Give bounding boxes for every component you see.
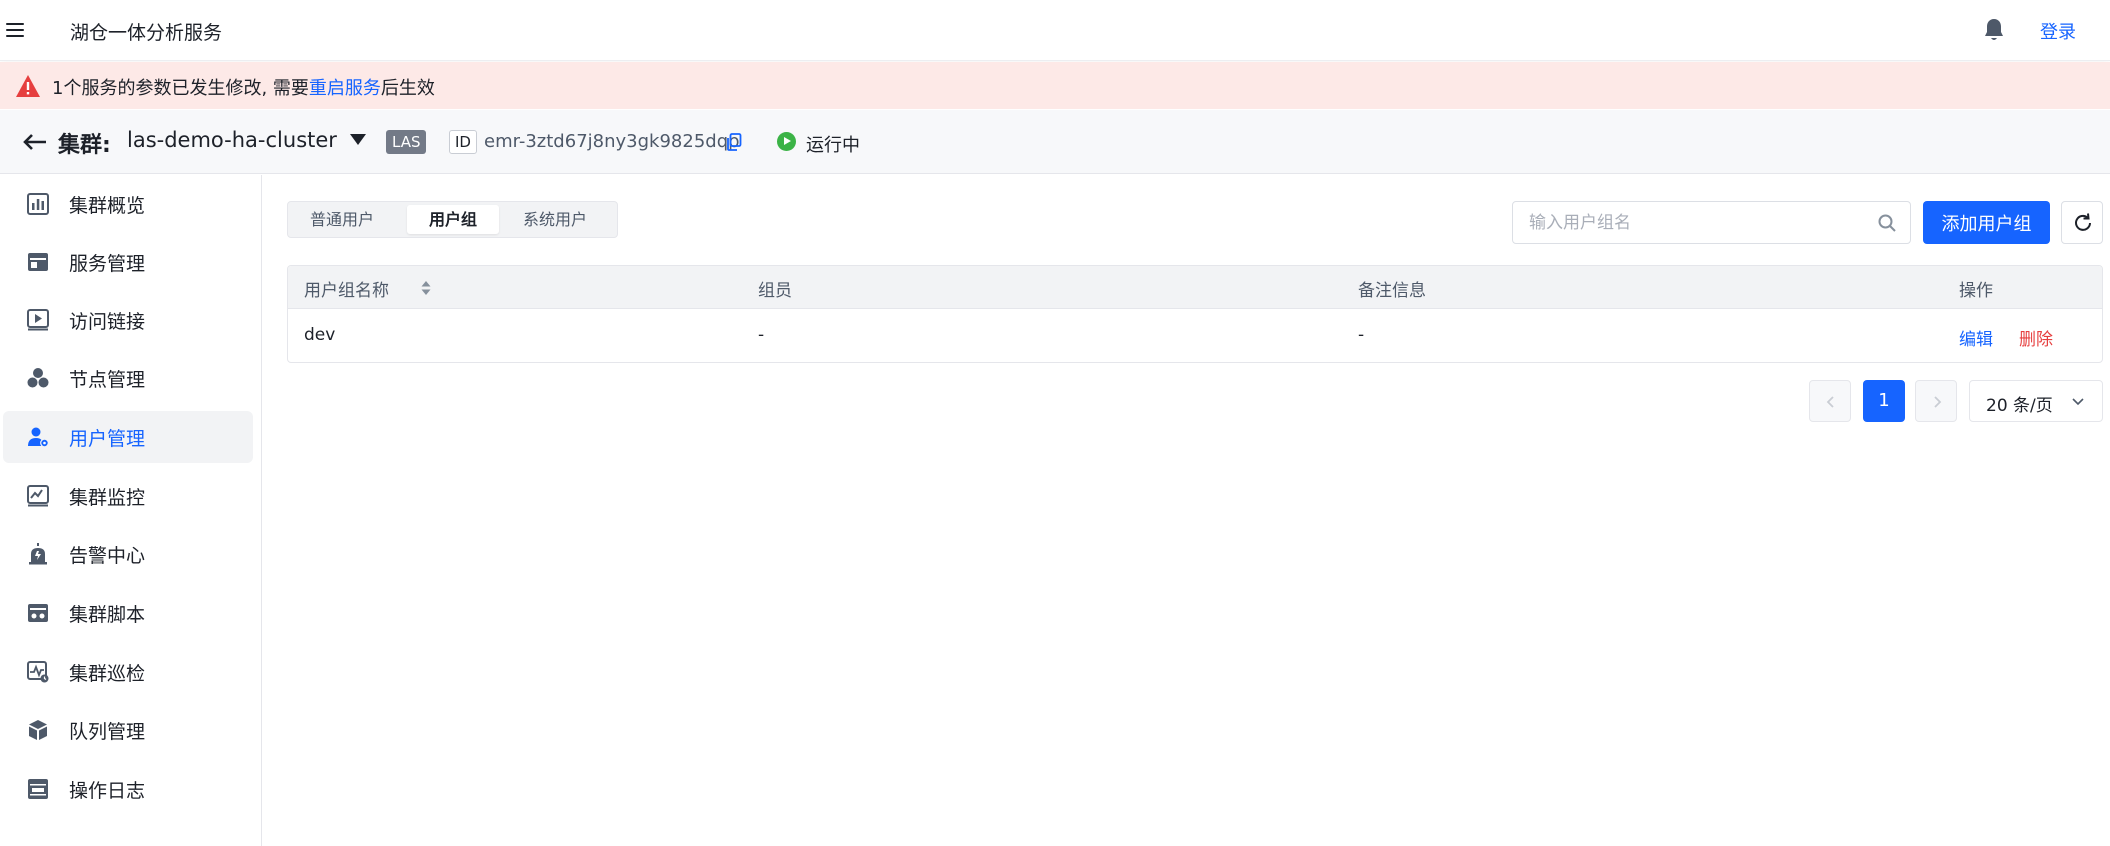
edit-link[interactable]: 编辑 xyxy=(1959,325,1993,350)
search-box xyxy=(1512,201,1911,244)
user-type-tabs: 普通用户 用户组 系统用户 xyxy=(287,201,618,238)
sidebar-item-label: 集群概览 xyxy=(69,195,146,217)
add-user-group-button[interactable]: 添加用户组 xyxy=(1923,201,2050,244)
cluster-name: las-demo-ha-cluster xyxy=(127,128,337,152)
id-badge: ID xyxy=(449,130,477,154)
queue-cube-icon xyxy=(29,720,47,740)
user-settings-icon xyxy=(28,427,49,448)
user-group-table: 用户组名称 组员 备注信息 操作 dev - - 编辑 删除 xyxy=(287,265,2103,363)
page-size-select[interactable]: 20 条/页 xyxy=(1969,380,2103,422)
members-cell: - xyxy=(758,325,765,345)
delete-link[interactable]: 删除 xyxy=(2019,325,2053,350)
sort-icon[interactable] xyxy=(420,278,432,298)
tab-user-groups[interactable]: 用户组 xyxy=(407,205,499,234)
sidebar-item-services[interactable]: 服务管理 xyxy=(3,236,253,288)
bell-icon[interactable] xyxy=(1982,17,2006,43)
column-header-group-name: 用户组名称 xyxy=(304,276,431,301)
page-size-value: 20 条/页 xyxy=(1986,396,2053,416)
sidebar-item-label: 访问链接 xyxy=(69,311,146,333)
sidebar-item-label: 集群巡检 xyxy=(69,663,146,685)
alert-banner: 1个服务的参数已发生修改, 需要重启服务后生效 xyxy=(0,62,2110,109)
sidebar: 集群概览 服务管理 访问链接 节点管理 用户管理 集群监控 告警中心 集群脚本 … xyxy=(0,175,262,846)
page-number-button[interactable]: 1 xyxy=(1863,380,1905,422)
service-icon xyxy=(28,253,48,271)
column-header-members: 组员 xyxy=(758,281,792,301)
sidebar-item-access-links[interactable]: 访问链接 xyxy=(3,294,253,346)
column-header-remark: 备注信息 xyxy=(1358,281,1426,301)
link-play-icon xyxy=(27,309,49,331)
sidebar-item-label: 用户管理 xyxy=(69,428,146,450)
group-name-cell: dev xyxy=(304,325,336,345)
sidebar-item-alarms[interactable]: 告警中心 xyxy=(3,528,253,580)
nodes-icon xyxy=(27,368,49,388)
sidebar-item-label: 操作日志 xyxy=(69,780,146,802)
chevron-right-icon xyxy=(1934,396,1942,408)
restart-service-link[interactable]: 重启服务 xyxy=(309,78,381,99)
las-badge: LAS xyxy=(386,130,427,154)
next-page-button[interactable] xyxy=(1915,380,1957,422)
warning-icon xyxy=(16,75,40,97)
alarm-icon xyxy=(29,543,47,565)
alert-message: 1个服务的参数已发生修改, 需要重启服务后生效 xyxy=(52,78,435,99)
sidebar-item-scripts[interactable]: 集群脚本 xyxy=(3,587,253,639)
bar-chart-icon xyxy=(27,193,49,215)
cluster-dropdown-icon[interactable] xyxy=(350,134,366,145)
running-status-icon xyxy=(777,132,796,151)
inspect-icon xyxy=(27,661,49,683)
sidebar-item-label: 服务管理 xyxy=(69,253,146,275)
monitor-icon xyxy=(27,485,49,507)
sidebar-item-label: 集群监控 xyxy=(69,487,146,509)
copy-icon[interactable] xyxy=(726,133,742,151)
chevron-left-icon xyxy=(1826,396,1834,408)
login-link[interactable]: 登录 xyxy=(2040,18,2076,44)
search-icon[interactable] xyxy=(1877,213,1897,233)
cluster-label: 集群: xyxy=(58,133,111,158)
script-icon xyxy=(28,604,48,622)
sidebar-item-queues[interactable]: 队列管理 xyxy=(3,704,253,756)
sidebar-item-monitoring[interactable]: 集群监控 xyxy=(3,470,253,522)
sidebar-item-inspection[interactable]: 集群巡检 xyxy=(3,646,253,698)
top-bar: 湖仓一体分析服务 登录 xyxy=(0,0,2110,61)
sidebar-item-nodes[interactable]: 节点管理 xyxy=(3,352,253,404)
sidebar-item-label: 集群脚本 xyxy=(69,604,146,626)
back-arrow-icon[interactable] xyxy=(22,127,48,157)
chevron-down-icon xyxy=(2072,398,2084,406)
sidebar-item-logs[interactable]: 操作日志 xyxy=(3,763,253,815)
hamburger-menu-icon[interactable] xyxy=(6,19,26,41)
refresh-button[interactable] xyxy=(2061,201,2103,244)
column-header-actions: 操作 xyxy=(1959,281,1993,301)
cluster-status: 运行中 xyxy=(806,135,860,156)
prev-page-button[interactable] xyxy=(1809,380,1851,422)
table-row: dev - - 编辑 删除 xyxy=(288,310,2102,362)
table-header: 用户组名称 组员 备注信息 操作 xyxy=(288,266,2102,309)
remark-cell: - xyxy=(1358,325,1365,345)
search-input[interactable] xyxy=(1529,211,1859,235)
sidebar-item-overview[interactable]: 集群概览 xyxy=(3,178,253,230)
refresh-icon xyxy=(2075,213,2091,231)
cluster-id: emr-3ztd67j8ny3gk9825dqp xyxy=(484,131,740,152)
tab-normal-users[interactable]: 普通用户 xyxy=(296,205,388,234)
sidebar-item-label: 队列管理 xyxy=(69,721,146,743)
sidebar-item-label: 告警中心 xyxy=(69,545,146,567)
sidebar-item-label: 节点管理 xyxy=(69,369,146,391)
log-icon xyxy=(28,779,48,799)
sidebar-item-users[interactable]: 用户管理 xyxy=(3,411,253,463)
tab-system-users[interactable]: 系统用户 xyxy=(509,205,601,234)
app-title: 湖仓一体分析服务 xyxy=(70,22,223,44)
